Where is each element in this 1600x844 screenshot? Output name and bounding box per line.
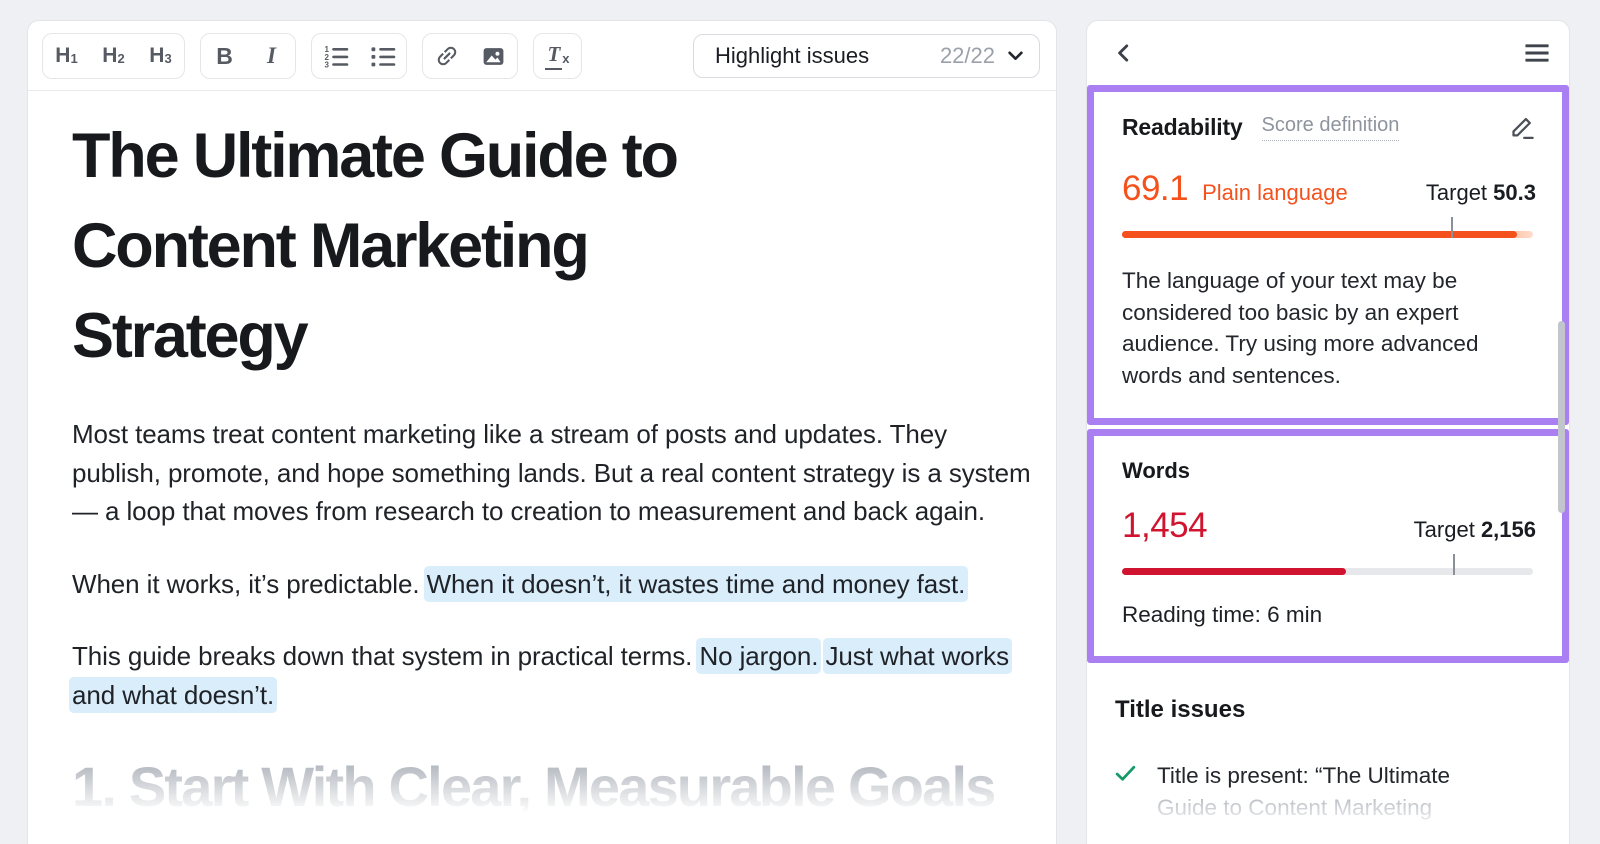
image-button[interactable] [470, 34, 517, 78]
words-target: Target 2,156 [1413, 517, 1536, 542]
highlight-issues-count: 22/22 [939, 43, 995, 68]
readability-progress-fill [1122, 231, 1517, 238]
hamburger-icon [1525, 44, 1549, 62]
document-paragraph: This guide breaks down that system in pr… [72, 641, 1009, 710]
scrollbar-thumb[interactable] [1558, 321, 1565, 513]
heading-buttons-group: H1 H2 H3 [42, 33, 185, 79]
chevron-left-icon [1118, 44, 1129, 62]
clear-formatting-icon: T [545, 42, 563, 70]
readability-score-label: Plain language [1202, 180, 1348, 205]
readability-target: Target 50.3 [1425, 180, 1536, 205]
document-paragraph: Most teams treat content marketing like … [72, 419, 1031, 526]
editor-toolbar: H1 H2 H3 B I 123 Tx Highlight issues 22/… [28, 21, 1056, 91]
link-icon [437, 46, 456, 66]
bullet-list-icon [371, 47, 395, 67]
readability-heading: Readability [1122, 114, 1243, 140]
issue-highlight: No jargon. [699, 641, 819, 671]
readability-target-tick [1450, 217, 1453, 238]
score-definition-link[interactable]: Score definition [1261, 114, 1400, 141]
words-progress-bar [1122, 554, 1533, 575]
pencil-icon [1512, 117, 1534, 139]
words-count: 1,454 [1122, 506, 1208, 545]
highlight-issues-label: Highlight issues [715, 43, 870, 68]
assistant-sidebar: Readability Score definition 69.1 Plain … [1086, 20, 1570, 844]
ordered-list-icon: 123 [324, 45, 348, 68]
check-icon [1115, 760, 1136, 824]
svg-text:3: 3 [324, 60, 329, 68]
document-title: The Ultimate Guide to Content Marketing St… [72, 121, 679, 371]
clear-formatting-button[interactable]: Tx [534, 34, 581, 78]
issue-highlight: When it doesn’t, it wastes time and mone… [426, 568, 966, 599]
link-button[interactable] [423, 34, 470, 78]
h2-button[interactable]: H2 [90, 34, 137, 78]
list-buttons-group: 123 [311, 33, 407, 79]
h3-button[interactable]: H3 [137, 34, 184, 78]
words-card: Words 1,454 Target 2,156 Reading time: 6… [1087, 429, 1569, 663]
readability-card: Readability Score definition 69.1 Plain … [1087, 85, 1569, 425]
title-issue-text: Title is present: “The Ultimate Guide to … [1157, 763, 1451, 820]
document-paragraph: When it works, it’s predictable. When it… [72, 568, 966, 599]
image-icon [483, 47, 504, 65]
readability-score: 69.1 [1122, 169, 1189, 208]
menu-button[interactable] [1524, 43, 1550, 63]
ordered-list-button[interactable]: 123 [312, 34, 359, 78]
title-issue-item: Title is present: “The Ultimate Guide to … [1115, 760, 1539, 824]
title-issues-section: Title issues Title is present: “The Ulti… [1087, 663, 1569, 824]
document-editor[interactable]: The Ultimate Guide to Content Marketing St… [28, 91, 1056, 819]
readability-progress-bar [1122, 217, 1533, 238]
italic-button[interactable]: I [248, 34, 295, 78]
sidebar-header [1087, 21, 1569, 85]
clipped-section-heading: 1. Start With Clear, Measurable Goals [72, 755, 996, 818]
chevron-down-icon [1008, 51, 1023, 60]
editor-panel: H1 H2 H3 B I 123 Tx Highlight issues 22/… [27, 20, 1057, 844]
words-heading: Words [1122, 458, 1191, 483]
clear-format-group: Tx [533, 33, 582, 79]
bullet-list-button[interactable] [359, 34, 406, 78]
insert-buttons-group [422, 33, 518, 79]
highlight-issues-dropdown[interactable]: Highlight issues 22/22 [693, 34, 1040, 78]
words-target-tick [1452, 554, 1455, 575]
document-body: Most teams treat content marketing like … [72, 415, 1042, 714]
back-button[interactable] [1113, 42, 1135, 64]
reading-time: Reading time: 6 min [1122, 602, 1323, 627]
words-progress-fill [1122, 568, 1346, 575]
readability-description: The language of your text may be conside… [1122, 268, 1479, 388]
title-issues-heading: Title issues [1115, 696, 1246, 723]
edit-target-button[interactable] [1509, 114, 1536, 141]
bold-button[interactable]: B [201, 34, 248, 78]
h1-button[interactable]: H1 [43, 34, 90, 78]
text-style-group: B I [200, 33, 296, 79]
